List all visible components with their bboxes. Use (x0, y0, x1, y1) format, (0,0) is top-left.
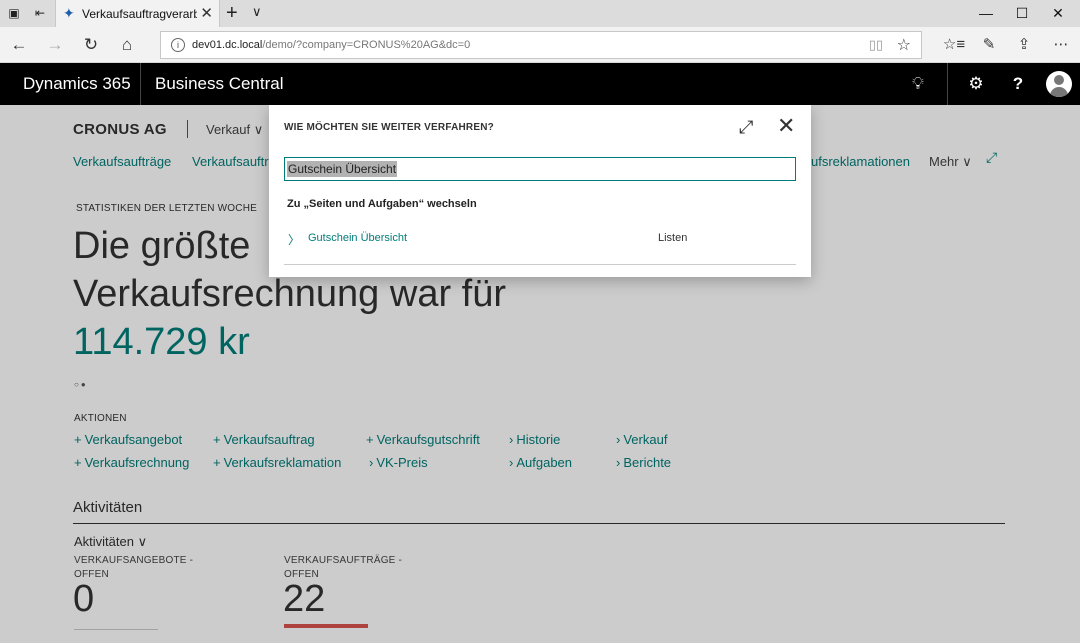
chevron-right-icon: 〉 (288, 233, 301, 247)
selected-search-text: Gutschein Übersicht (287, 161, 398, 177)
site-info-icon[interactable]: i (171, 38, 185, 52)
close-tab-icon[interactable]: ✕ (200, 4, 213, 22)
share-icon[interactable]: ⇪ (1012, 35, 1036, 55)
appbar-divider (947, 63, 948, 105)
back-icon[interactable]: ← (8, 35, 30, 55)
browser-tab-bar: ▣ ⇤ ✦ Verkaufsauftragverarbei ✕ + ∨ — ☐ … (0, 0, 1080, 27)
favorites-hub-icon[interactable]: ☆≡ (942, 35, 966, 55)
home-icon[interactable]: ⌂ (116, 35, 138, 55)
browser-address-bar: ← → ↻ ⌂ i dev01.dc.local/demo/?company=C… (0, 27, 1080, 63)
more-menu-icon[interactable]: ⋯ (1049, 35, 1073, 55)
url-text: dev01.dc.local/demo/?company=CRONUS%20AG… (192, 39, 470, 51)
maximize-icon[interactable]: ☐ (1007, 3, 1037, 23)
url-field[interactable]: i dev01.dc.local/demo/?company=CRONUS%20… (160, 31, 922, 59)
expand-dialog-icon[interactable]: ⤢ (739, 117, 753, 138)
web-note-icon[interactable]: ✎ (977, 35, 1001, 55)
window-close-icon[interactable]: ✕ (1043, 3, 1073, 23)
user-avatar-icon[interactable] (1046, 71, 1072, 97)
tab-list-chevron-icon[interactable]: ∨ (252, 4, 262, 20)
close-icon[interactable]: ✕ (777, 115, 795, 137)
help-icon[interactable]: ? (1007, 73, 1029, 95)
appbar-divider (140, 63, 141, 105)
new-tab-icon[interactable]: + (226, 2, 238, 25)
result-category: Listen (658, 232, 688, 244)
browser-tab[interactable]: ✦ Verkaufsauftragverarbei ✕ (55, 0, 220, 27)
search-result-row[interactable]: 〉 Gutschein Übersicht Listen (284, 228, 796, 250)
tab-manager-icon[interactable]: ▣ (6, 6, 22, 20)
minimize-icon[interactable]: — (971, 3, 1001, 23)
forward-icon[interactable]: → (44, 35, 66, 55)
tell-me-dialog: WIE MÖCHTEN SIE WEITER VERFAHREN? ⤢ ✕ Gu… (269, 105, 811, 277)
refresh-icon[interactable]: ↻ (80, 35, 102, 55)
favorite-star-icon[interactable]: ☆ (897, 35, 911, 55)
app-name[interactable]: Business Central (155, 74, 284, 94)
lightbulb-icon[interactable]: 💡︎ (907, 73, 929, 95)
dialog-title: WIE MÖCHTEN SIE WEITER VERFAHREN? (284, 122, 494, 133)
dynamics-favicon-icon: ✦ (63, 5, 75, 21)
result-group-heading: Zu „Seiten und Aufgaben“ wechseln (287, 198, 477, 210)
settings-gear-icon[interactable]: ⚙ (965, 73, 987, 95)
app-bar: Dynamics 365 Business Central 💡︎ ⚙ ? (0, 63, 1080, 105)
reading-view-icon[interactable]: ▯▯ (869, 37, 883, 53)
url-host: dev01.dc.local (192, 39, 263, 51)
dialog-divider (284, 264, 796, 265)
brand-title[interactable]: Dynamics 365 (23, 74, 131, 94)
set-tabs-aside-icon[interactable]: ⇤ (32, 6, 48, 20)
url-path: /demo/?company=CRONUS%20AG&dc=0 (262, 39, 471, 51)
tab-title: Verkaufsauftragverarbei (82, 7, 197, 21)
result-label[interactable]: Gutschein Übersicht (308, 232, 407, 244)
